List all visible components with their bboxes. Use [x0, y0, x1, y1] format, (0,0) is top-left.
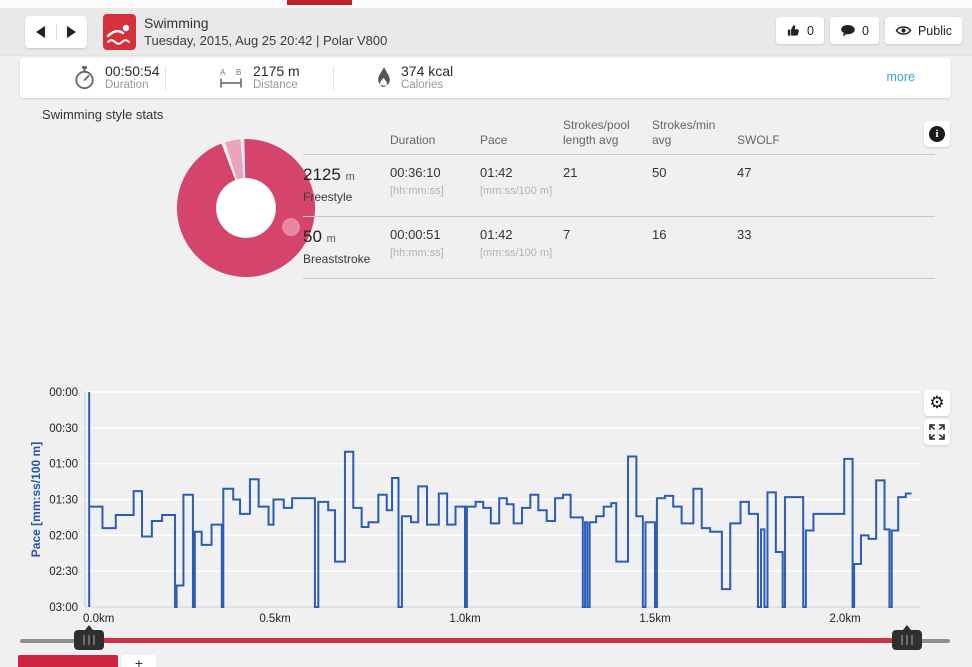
cell-swolf: 47	[737, 165, 752, 180]
cell-strokes-pool: 7	[563, 227, 571, 242]
calories-label: Calories	[401, 79, 444, 91]
comment-count: 0	[862, 23, 869, 38]
svg-text:0.5km: 0.5km	[259, 613, 290, 625]
duration-value: 00:50:54	[105, 63, 160, 79]
svg-text:2.0km: 2.0km	[829, 613, 860, 625]
svg-text:03:00: 03:00	[49, 602, 78, 614]
svg-text:1.0km: 1.0km	[449, 613, 480, 625]
svg-text:00:00: 00:00	[49, 387, 78, 399]
active-tab-indicator	[287, 0, 352, 5]
like-button[interactable]: 0	[776, 17, 824, 44]
curve-selector-button[interactable]	[18, 655, 118, 667]
chart-settings-button[interactable]: ⚙	[924, 390, 950, 416]
calories-value: 374 kcal	[401, 63, 454, 79]
pace-chart[interactable]: 00:00 00:30 01:00 01:30 02:00 02:30 03:00 0.0km…	[0, 380, 972, 632]
session-navigator	[25, 16, 87, 48]
column-header: Strokes/pool length avg	[563, 118, 630, 147]
cell-strokes-min: 50	[652, 165, 667, 180]
cell-unit: [mm:ss/100 m]	[480, 247, 553, 259]
activity-page: Swimming Tuesday, 2015, Aug 25 20:42 | P…	[0, 0, 972, 667]
thumbs-up-icon	[787, 25, 799, 36]
prev-icon	[35, 26, 45, 38]
grip-icon	[83, 635, 95, 645]
eye-icon	[895, 26, 912, 35]
zoom-slider-left-handle[interactable]	[74, 625, 104, 650]
prev-session-button[interactable]	[25, 16, 56, 48]
like-count: 0	[807, 23, 814, 38]
distance-icon: A B	[220, 68, 242, 87]
more-link[interactable]: more	[887, 70, 915, 84]
column-header: SWOLF	[737, 133, 780, 147]
comment-icon	[841, 24, 855, 36]
grip-icon	[901, 635, 913, 645]
column-header: Duration	[390, 133, 436, 147]
visibility-label: Public	[917, 23, 952, 38]
distance-value: 2175 m	[253, 63, 300, 79]
activity-header: Swimming Tuesday, 2015, Aug 25 20:42 | P…	[0, 8, 972, 56]
activity-subtitle: Tuesday, 2015, Aug 25 20:42 | Polar V800	[144, 33, 388, 48]
summary-stats-bar: 00:50:54 Duration A B 2175 m Distance 37…	[20, 58, 951, 98]
cell-unit: [hh:mm:ss]	[390, 247, 444, 259]
table-header-row: Duration Pace Strokes/pool length avg St…	[303, 118, 935, 155]
table-row: 2125 m Freestyle 00:36:10 [hh:mm:ss] 01:4…	[303, 155, 935, 216]
cell-strokes-min: 16	[652, 227, 667, 242]
next-icon	[67, 26, 77, 38]
svg-text:A: A	[220, 68, 226, 77]
add-curve-button[interactable]: +	[122, 655, 156, 667]
column-header: Pace	[480, 133, 508, 147]
activity-title: Swimming	[144, 15, 209, 31]
distance-label: Distance	[253, 79, 298, 91]
duration-label: Duration	[105, 79, 149, 91]
svg-text:01:30: 01:30	[49, 495, 78, 507]
expand-icon	[929, 424, 945, 440]
cell-swolf: 33	[737, 227, 752, 242]
svg-text:B: B	[236, 68, 241, 77]
swimming-sport-icon	[103, 14, 136, 50]
next-session-button[interactable]	[57, 16, 88, 48]
divider	[333, 66, 334, 90]
plus-icon: +	[134, 655, 144, 667]
style-distance: 50 m	[303, 227, 336, 246]
section-title: Swimming style stats	[42, 107, 164, 122]
svg-text:1.5km: 1.5km	[639, 613, 670, 625]
svg-text:0.0km: 0.0km	[83, 613, 114, 625]
comment-button[interactable]: 0	[830, 17, 879, 44]
cell-unit: [mm:ss/100 m]	[480, 185, 553, 197]
svg-text:00:30: 00:30	[49, 423, 78, 435]
cell-duration: 00:00:51	[390, 227, 441, 242]
cell-pace: 01:42	[480, 227, 513, 242]
cell-strokes-pool: 21	[563, 165, 578, 180]
style-distance: 2125 m	[303, 165, 355, 184]
fullscreen-button[interactable]	[924, 419, 950, 445]
visibility-button[interactable]: Public	[884, 17, 962, 44]
divider	[165, 66, 166, 90]
svg-text:02:30: 02:30	[49, 566, 78, 578]
svg-text:02:00: 02:00	[49, 530, 78, 542]
cell-unit: [hh:mm:ss]	[390, 185, 444, 197]
svg-text:01:00: 01:00	[49, 459, 78, 471]
style-name: Freestyle	[303, 190, 353, 204]
column-header: Strokes/min avg	[652, 118, 716, 147]
swim-style-table: Duration Pace Strokes/pool length avg St…	[303, 118, 935, 279]
site-nav-strip	[0, 0, 972, 8]
zoom-slider-selected-range[interactable]	[88, 638, 907, 643]
stopwatch-icon	[75, 65, 94, 89]
zoom-slider-right-handle[interactable]	[892, 625, 922, 650]
gear-icon: ⚙	[929, 393, 945, 412]
cell-pace: 01:42	[480, 165, 513, 180]
cell-duration: 00:36:10	[390, 165, 441, 180]
table-row: 50 m Breaststroke 00:00:51 [hh:mm:ss] 01:…	[303, 216, 935, 279]
style-name: Breaststroke	[303, 252, 371, 266]
calories-icon	[378, 66, 390, 87]
svg-text:Pace [mm:ss/100 m]: Pace [mm:ss/100 m]	[29, 442, 43, 557]
